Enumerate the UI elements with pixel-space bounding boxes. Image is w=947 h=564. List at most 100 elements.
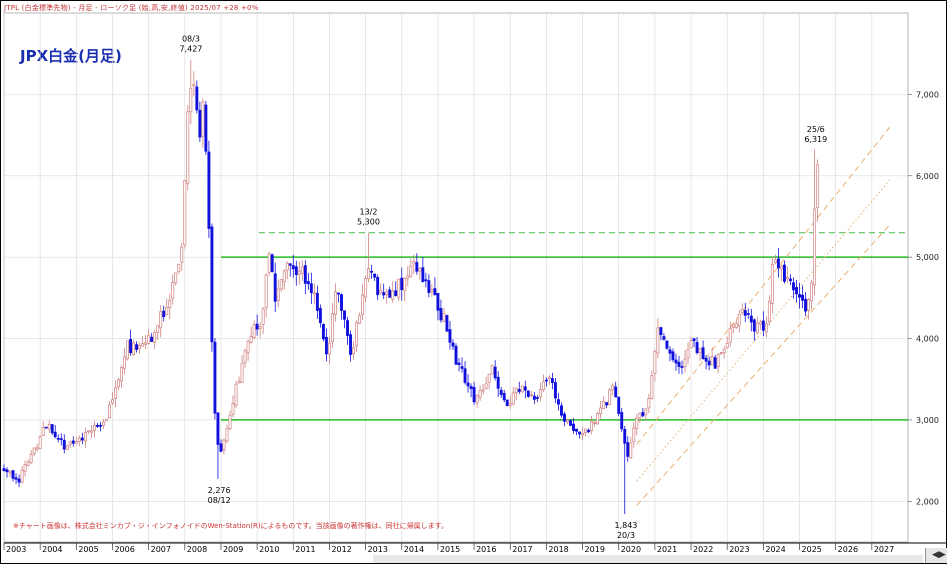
- annotation-date: 20/3: [617, 531, 635, 540]
- candle-body: [704, 357, 708, 362]
- candle-body: [707, 360, 711, 366]
- candle-body: [192, 83, 196, 87]
- candle-body: [129, 339, 133, 354]
- candle-body: [783, 264, 786, 282]
- candle-body: [764, 323, 768, 333]
- candle-body: [294, 266, 298, 276]
- candle-body: [297, 270, 301, 275]
- x-tick-label: 2011: [295, 545, 315, 554]
- candle-body: [159, 311, 163, 329]
- candle-body: [382, 292, 386, 296]
- candle-body: [23, 464, 27, 472]
- candle-body: [755, 322, 759, 334]
- candle-body: [95, 424, 99, 427]
- candle-body: [550, 378, 554, 384]
- candle-body: [731, 324, 735, 328]
- candle-body: [331, 313, 334, 342]
- candle-body: [695, 342, 699, 353]
- candle-body: [388, 289, 392, 298]
- candle-body: [288, 263, 292, 266]
- candle-body: [581, 433, 585, 436]
- candle-body: [798, 294, 801, 298]
- candle-body: [680, 366, 684, 368]
- candle-body: [285, 262, 289, 271]
- candle-body: [418, 268, 422, 272]
- x-tick-label: 2008: [187, 545, 207, 554]
- candle-body: [249, 335, 253, 343]
- candle-body: [126, 340, 129, 360]
- candle-body: [722, 348, 726, 354]
- candle-body: [816, 164, 820, 208]
- candle-body: [421, 267, 425, 282]
- candle-body: [117, 379, 120, 388]
- candle-body: [312, 292, 316, 295]
- candle-body: [611, 385, 615, 391]
- candle-body: [478, 390, 482, 398]
- annotation-date: 25/6: [807, 125, 825, 134]
- candle-body: [132, 342, 136, 356]
- candle-body: [602, 401, 606, 410]
- candle-body: [2, 468, 6, 472]
- candle-body: [156, 325, 160, 333]
- candle-body: [162, 310, 166, 318]
- candle-body: [282, 270, 286, 283]
- candle-body: [273, 273, 277, 302]
- candle-body: [321, 324, 325, 340]
- candle-body: [35, 447, 39, 450]
- annotation-value: 6,319: [804, 135, 827, 144]
- candle-body: [92, 424, 96, 431]
- candle-body: [472, 387, 476, 403]
- candle-body: [171, 282, 175, 299]
- x-tick-label: 2013: [368, 545, 388, 554]
- candle-body: [246, 341, 250, 354]
- candle-body: [89, 430, 93, 433]
- candle-body: [457, 362, 461, 365]
- candle-body: [713, 357, 717, 369]
- candle-body: [74, 440, 78, 444]
- candle-body: [746, 313, 750, 315]
- candle-body: [355, 322, 359, 347]
- candle-body: [98, 424, 102, 427]
- candle-body: [650, 375, 654, 399]
- candle-body: [430, 289, 434, 293]
- x-tick-label: 2014: [404, 545, 424, 554]
- x-tick-label: 2007: [151, 545, 171, 554]
- candle-body: [364, 278, 368, 298]
- candle-body: [572, 423, 575, 432]
- candle-body: [445, 315, 449, 332]
- candle-body: [502, 393, 506, 401]
- candle-body: [563, 413, 566, 422]
- x-tick-label: 2023: [729, 545, 749, 554]
- candle-body: [201, 101, 205, 137]
- candle-body: [207, 151, 211, 229]
- candle-body: [608, 389, 612, 405]
- candle-body: [59, 438, 63, 440]
- candle-body: [614, 386, 618, 398]
- candle-body: [789, 278, 792, 282]
- candle-body: [575, 428, 578, 432]
- x-tick-label: 2019: [585, 545, 605, 554]
- scroll-icon: ◀▶: [932, 550, 946, 560]
- candle-body: [532, 395, 536, 400]
- y-tick-label: 4,000: [916, 335, 939, 344]
- horizontal-scrollbar[interactable]: [373, 555, 923, 563]
- candle-body: [439, 308, 443, 321]
- candle-body: [41, 427, 45, 436]
- candle-body: [686, 349, 690, 359]
- candle-body: [487, 373, 491, 383]
- candle-body: [144, 342, 148, 345]
- candle-body: [50, 424, 54, 434]
- candle-body: [424, 279, 428, 282]
- candle-body: [644, 408, 648, 415]
- candle-body: [481, 389, 485, 392]
- scroll-corner-button[interactable]: ◀▶: [925, 548, 947, 563]
- candle-body: [337, 292, 340, 295]
- candle-body: [801, 294, 804, 301]
- candle-body: [529, 394, 533, 397]
- x-tick-label: 2004: [42, 545, 62, 554]
- candle-body: [270, 254, 274, 272]
- candle-body: [394, 290, 398, 296]
- x-tick-label: 2009: [223, 545, 243, 554]
- candle-body: [252, 324, 256, 338]
- x-tick-label: 2027: [874, 545, 894, 554]
